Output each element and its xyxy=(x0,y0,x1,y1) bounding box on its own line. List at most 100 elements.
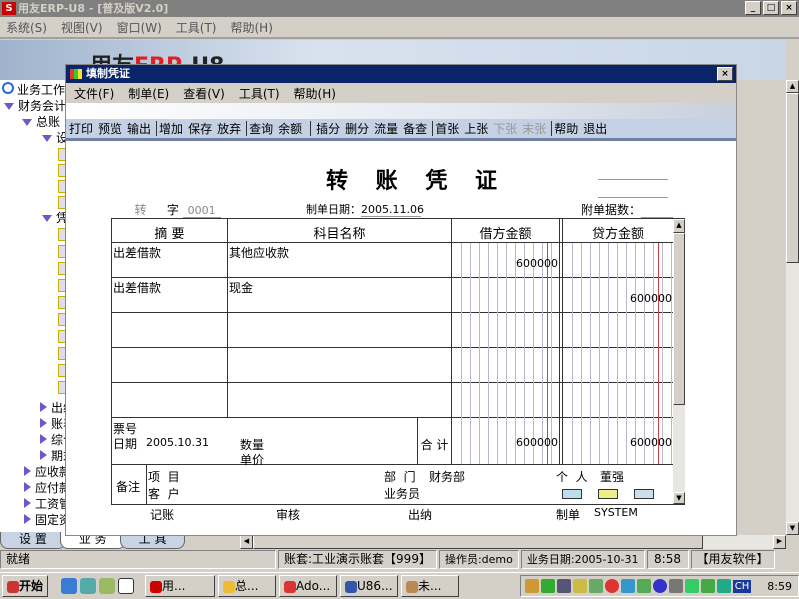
first-button[interactable]: 首张 xyxy=(435,120,459,137)
tree-item-receivable[interactable]: 应收款管理 xyxy=(24,464,66,480)
menu-system[interactable]: 系统(S) xyxy=(6,19,47,36)
tree-item-reports[interactable]: 账表 xyxy=(40,416,66,432)
print-button[interactable]: 打印 xyxy=(69,120,93,137)
cashflow-button[interactable]: 流量 xyxy=(374,120,398,137)
menu-help[interactable]: 帮助(H) xyxy=(294,85,336,102)
tray-icon[interactable] xyxy=(588,579,603,593)
tray-icon[interactable] xyxy=(604,579,619,593)
tree-item-finance[interactable]: 财务会计 xyxy=(4,98,66,114)
scroll-thumb[interactable] xyxy=(253,535,703,549)
tray-icon[interactable] xyxy=(620,579,635,593)
scroll-right-button[interactable]: ▶ xyxy=(773,535,786,549)
tray-icon[interactable] xyxy=(540,579,555,593)
close-button[interactable]: × xyxy=(781,1,797,15)
menu-tools[interactable]: 工具(T) xyxy=(239,85,280,102)
row2-account[interactable]: 现金 xyxy=(229,279,253,296)
main-horizontal-scrollbar[interactable]: ◀ ▶ xyxy=(240,535,786,549)
date-field[interactable]: 2005.11.06 xyxy=(361,203,424,217)
scroll-down-button[interactable]: ▼ xyxy=(786,522,799,535)
task-u8[interactable]: 用... xyxy=(145,575,216,597)
network-icon[interactable] xyxy=(684,579,699,593)
query-button[interactable]: 查询 xyxy=(249,120,273,137)
menu-voucher[interactable]: 制单(E) xyxy=(128,85,169,102)
task-ledger[interactable]: 总... xyxy=(218,575,277,597)
tree-label: 总账 xyxy=(36,115,61,129)
quicklaunch-icon[interactable] xyxy=(99,578,116,594)
menu-tools[interactable]: 工具(T) xyxy=(176,19,217,36)
row1-account[interactable]: 其他应收款 xyxy=(229,244,289,261)
menu-view[interactable]: 查看(V) xyxy=(183,85,225,102)
scroll-left-button[interactable]: ◀ xyxy=(240,535,253,549)
next-button[interactable]: 下张 xyxy=(493,120,517,137)
menu-file[interactable]: 文件(F) xyxy=(74,85,114,102)
scroll-thumb[interactable] xyxy=(673,233,685,405)
task-untitled[interactable]: 未... xyxy=(401,575,460,597)
salesman-label: 业务员 xyxy=(384,487,421,501)
language-indicator[interactable]: CH xyxy=(732,579,752,593)
memo-button[interactable]: 备查 xyxy=(403,120,427,137)
tab-settings[interactable]: 设 置 xyxy=(0,532,66,549)
row1-debit[interactable]: 600000 xyxy=(452,257,559,270)
delete-entry-button[interactable]: 删分 xyxy=(345,120,369,137)
task-adobe[interactable]: Ado... xyxy=(279,575,338,597)
edit-icon[interactable] xyxy=(634,489,654,499)
tree-item-cashier[interactable]: 出纳 xyxy=(40,400,66,416)
tray-icon[interactable] xyxy=(716,579,731,593)
voucher-number-field[interactable]: 0001 xyxy=(182,204,221,218)
tree-item-setup[interactable]: 设置 xyxy=(42,130,66,146)
task-word[interactable]: U86... xyxy=(340,575,399,597)
last-button[interactable]: 末张 xyxy=(522,120,546,137)
tree-item-payroll[interactable]: 工资管理 xyxy=(24,496,66,512)
header-summary: 摘 要 xyxy=(154,227,185,242)
tray-icon[interactable] xyxy=(556,579,571,593)
scroll-up-button[interactable]: ▲ xyxy=(786,80,799,93)
tray-icon[interactable] xyxy=(700,579,715,593)
voucher-type-field[interactable]: 转 xyxy=(118,201,163,219)
row2-summary[interactable]: 出差借款 xyxy=(113,279,161,296)
tree-item-gl[interactable]: 总账 xyxy=(22,114,60,130)
tree-root[interactable]: 业务工作 xyxy=(2,82,65,98)
export-button[interactable]: 输出 xyxy=(127,120,151,137)
tree-item-voucher[interactable]: 凭证 xyxy=(42,210,66,226)
start-button[interactable]: 开始 xyxy=(2,575,49,597)
tray-icon[interactable] xyxy=(636,579,651,593)
query-icon[interactable] xyxy=(598,489,618,499)
tree-item-aux[interactable]: 综合辅助账 xyxy=(40,432,66,448)
tree-item-assets[interactable]: 固定资产 xyxy=(24,512,66,528)
divider xyxy=(598,179,668,180)
quicklaunch-icon[interactable] xyxy=(80,578,97,594)
exit-button[interactable]: 退出 xyxy=(583,120,607,137)
ie-icon[interactable] xyxy=(61,578,78,594)
row2-credit[interactable]: 600000 xyxy=(563,292,673,305)
menu-help[interactable]: 帮助(H) xyxy=(231,19,273,36)
speaker-icon[interactable] xyxy=(668,579,683,593)
scroll-down-button[interactable]: ▼ xyxy=(673,492,685,504)
help-button[interactable]: 帮助 xyxy=(554,120,578,137)
previous-button[interactable]: 上张 xyxy=(464,120,488,137)
tray-icon[interactable] xyxy=(652,579,667,593)
voucher-vertical-scrollbar[interactable]: ▲ ▼ xyxy=(673,219,685,504)
main-vertical-scrollbar[interactable]: ▲ ▼ xyxy=(786,80,799,535)
memo-icon[interactable] xyxy=(562,489,582,499)
row1-summary[interactable]: 出差借款 xyxy=(113,244,161,261)
tree-item-period-end[interactable]: 期末 xyxy=(40,448,66,464)
balance-button[interactable]: 余额 xyxy=(278,120,302,137)
tray-icon[interactable] xyxy=(572,579,587,593)
window-icon xyxy=(70,69,82,79)
tree-item-payable[interactable]: 应付款管理 xyxy=(24,480,66,496)
window-title: 填制凭证 xyxy=(86,67,130,80)
preview-button[interactable]: 预览 xyxy=(98,120,122,137)
menu-view[interactable]: 视图(V) xyxy=(61,19,103,36)
save-button[interactable]: 保存 xyxy=(188,120,212,137)
volume-icon[interactable] xyxy=(524,579,539,593)
show-desktop-icon[interactable] xyxy=(118,578,135,594)
insert-entry-button[interactable]: 插分 xyxy=(316,120,340,137)
discard-button[interactable]: 放弃 xyxy=(217,120,241,137)
close-window-button[interactable]: × xyxy=(717,67,733,81)
minimize-button[interactable]: _ xyxy=(745,1,761,15)
add-button[interactable]: 增加 xyxy=(159,120,183,137)
scroll-up-button[interactable]: ▲ xyxy=(673,219,685,233)
menu-window[interactable]: 窗口(W) xyxy=(117,19,162,36)
scroll-thumb[interactable] xyxy=(786,93,799,263)
maximize-button[interactable]: □ xyxy=(763,1,779,15)
